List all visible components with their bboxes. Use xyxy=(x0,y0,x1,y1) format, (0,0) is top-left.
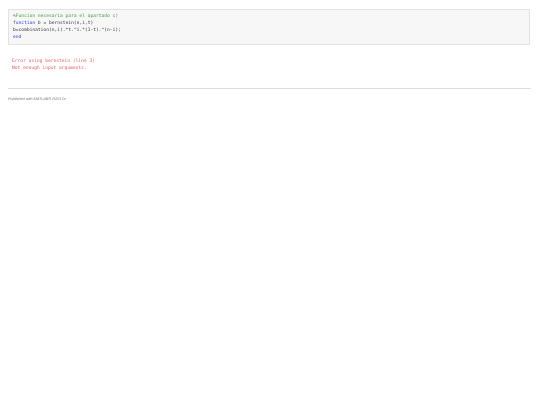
code-block: %Funcion necesaria para el apartado c) f… xyxy=(8,9,530,45)
footer-divider xyxy=(8,88,531,89)
error-output: Error using bernstein (line 3) Not enoug… xyxy=(12,58,95,72)
function-keyword: function xyxy=(13,21,36,26)
code-comment-line: %Funcion necesaria para el apartado c) xyxy=(13,14,119,19)
error-message-line-1: Error using bernstein (line 3) xyxy=(12,59,95,64)
error-message-line-2: Not enough input arguments. xyxy=(12,66,87,71)
published-footer: Published with MATLAB® R2017a xyxy=(8,97,66,101)
code-body-line: b=combination(n,i).*t.^i.*(1-t).^(n-i); xyxy=(13,28,121,33)
code-signature-line: function b = bernstein(n,i,t) xyxy=(13,20,524,27)
function-signature: b = bernstein(n,i,t) xyxy=(35,21,94,26)
end-keyword: end xyxy=(13,35,22,40)
